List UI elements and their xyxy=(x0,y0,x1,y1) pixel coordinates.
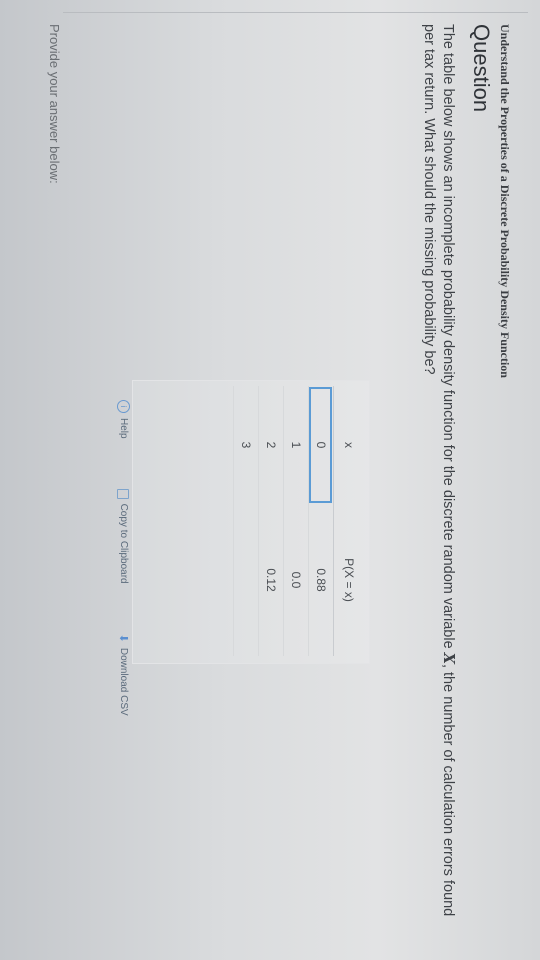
table-header-row: x P(X = x) xyxy=(333,386,364,656)
copy-to-clipboard-button[interactable]: Copy to Clipboard xyxy=(117,488,130,584)
cell-p-1[interactable]: 0.0 xyxy=(283,504,309,656)
table-toolbar: i Help Copy to Clipboard ⬇ Download CSV xyxy=(117,400,130,716)
download-icon: ⬇ xyxy=(117,633,129,643)
table-row: 3 xyxy=(233,386,259,656)
cell-p-0[interactable]: 0.88 xyxy=(308,504,334,656)
screen: Understand the Properties of a Discrete … xyxy=(0,0,540,960)
header-probability: P(X = x) xyxy=(333,504,364,656)
table-row: 2 0.12 xyxy=(258,386,284,656)
table-row: 1 0.0 xyxy=(283,386,309,656)
section-title: Understand the Properties of a Discrete … xyxy=(498,24,512,378)
cell-x-2[interactable]: 2 xyxy=(258,386,284,504)
pdf-table: x P(X = x) 0 0.88 1 0.0 2 0.12 3 xyxy=(233,386,364,656)
question-part1: The table below shows an incomplete prob… xyxy=(440,24,456,653)
question-heading: Question xyxy=(469,24,494,113)
cell-x-3[interactable]: 3 xyxy=(233,386,259,504)
download-label: Download CSV xyxy=(118,647,129,716)
cell-x-1[interactable]: 1 xyxy=(283,386,309,504)
header-x: x xyxy=(333,386,364,504)
info-icon: i xyxy=(117,400,130,413)
download-csv-button[interactable]: ⬇ Download CSV xyxy=(117,634,130,716)
clipboard-icon xyxy=(117,488,130,499)
cell-p-2[interactable]: 0.12 xyxy=(258,504,284,656)
cell-x-0[interactable]: 0 xyxy=(308,386,334,504)
copy-label: Copy to Clipboard xyxy=(118,503,129,584)
random-variable: X xyxy=(440,652,457,664)
help-button[interactable]: i Help xyxy=(117,400,130,439)
cell-p-3[interactable] xyxy=(233,504,259,656)
table-row: 0 0.88 xyxy=(308,386,334,656)
answer-prompt: Provide your answer below: xyxy=(47,24,62,184)
page: Understand the Properties of a Discrete … xyxy=(0,0,540,960)
question-text: The table below shows an incomplete prob… xyxy=(419,24,458,924)
help-label: Help xyxy=(118,418,129,439)
